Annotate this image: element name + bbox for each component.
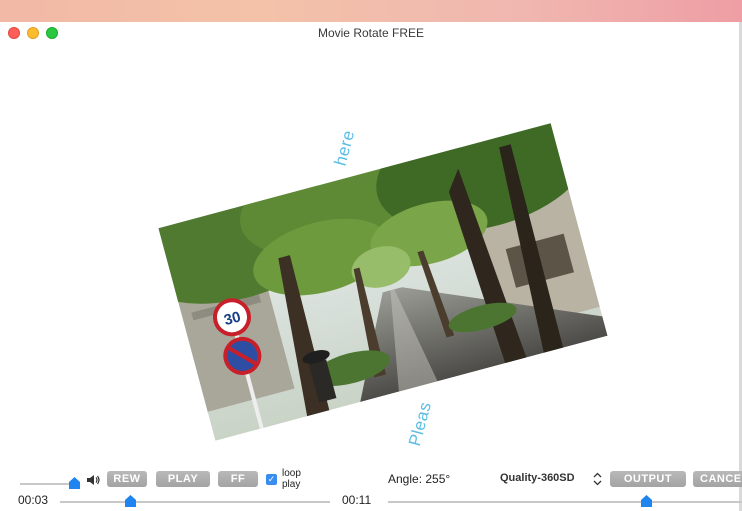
cancel-button[interactable]: CANCE — [693, 471, 742, 487]
title-bar: Movie Rotate FREE — [0, 22, 742, 44]
angle-slider-track[interactable] — [388, 501, 742, 503]
loop-label-line2: play — [282, 479, 301, 490]
overlay-text-bottom: Pleas — [405, 399, 436, 449]
video-preview: here 30 Pleas — [0, 44, 742, 464]
angle-slider-thumb[interactable] — [641, 494, 652, 507]
position-slider-track[interactable] — [60, 501, 330, 503]
volume-slider-thumb[interactable] — [69, 476, 80, 489]
overlay-text-top: here — [330, 128, 359, 168]
desktop-background — [0, 0, 742, 22]
angle-readout: Angle: 255° — [388, 472, 451, 486]
total-time: 00:11 — [342, 493, 372, 507]
output-button[interactable]: OUTPUT — [610, 471, 686, 487]
control-bar: REW PLAY FF ✓ loop play Angle: 255° Qual… — [0, 464, 742, 511]
quality-select[interactable]: Quality-360SD — [500, 472, 575, 484]
loop-play-checkbox[interactable]: ✓ — [266, 474, 277, 485]
speaker-icon[interactable] — [86, 473, 100, 491]
rotated-video-frame: 30 — [158, 123, 608, 441]
loop-play-label: loop play — [282, 468, 301, 490]
fast-forward-button[interactable]: FF — [218, 471, 258, 487]
select-stepper-icon[interactable] — [593, 472, 602, 491]
window-title: Movie Rotate FREE — [317, 26, 425, 40]
rewind-button[interactable]: REW — [107, 471, 147, 487]
loop-label-line1: loop — [282, 468, 301, 479]
play-button[interactable]: PLAY — [156, 471, 210, 487]
current-time: 00:03 — [18, 493, 49, 507]
street-scene-image: 30 — [158, 123, 608, 441]
app-window: Movie Rotate FREE here 30 Pleas REW PLAY… — [0, 0, 742, 511]
position-slider-thumb[interactable] — [125, 494, 136, 507]
